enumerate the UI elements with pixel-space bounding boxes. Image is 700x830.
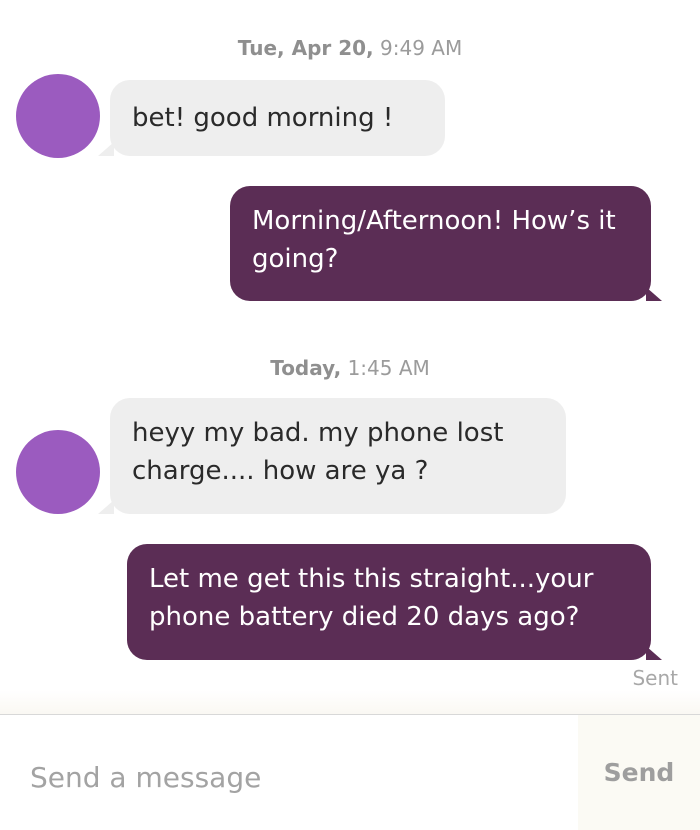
timestamp-day: Tue, Apr 20, [237, 36, 374, 60]
timestamp-time: 9:49 AM [380, 36, 463, 60]
timestamp-header: Today, 1:45 AM [0, 356, 700, 380]
outgoing-message[interactable]: Morning/Afternoon! How’s it going? [230, 186, 651, 301]
incoming-message[interactable]: bet! good morning ! [110, 80, 445, 156]
message-input[interactable] [0, 715, 578, 830]
delivery-status: Sent [632, 666, 678, 690]
chat-screen: Tue, Apr 20, 9:49 AM bet! good morning !… [0, 0, 700, 830]
timestamp-day: Today, [270, 356, 342, 380]
timestamp-time: 1:45 AM [347, 356, 430, 380]
incoming-message[interactable]: heyy my bad. my phone lost charge.... ho… [110, 398, 566, 514]
avatar[interactable] [16, 74, 100, 158]
message-composer: Send [0, 714, 700, 830]
outgoing-message[interactable]: Let me get this this straight...your pho… [127, 544, 651, 660]
composer-divider-shade [0, 690, 700, 714]
timestamp-header: Tue, Apr 20, 9:49 AM [0, 36, 700, 60]
avatar[interactable] [16, 430, 100, 514]
send-button[interactable]: Send [578, 715, 700, 830]
